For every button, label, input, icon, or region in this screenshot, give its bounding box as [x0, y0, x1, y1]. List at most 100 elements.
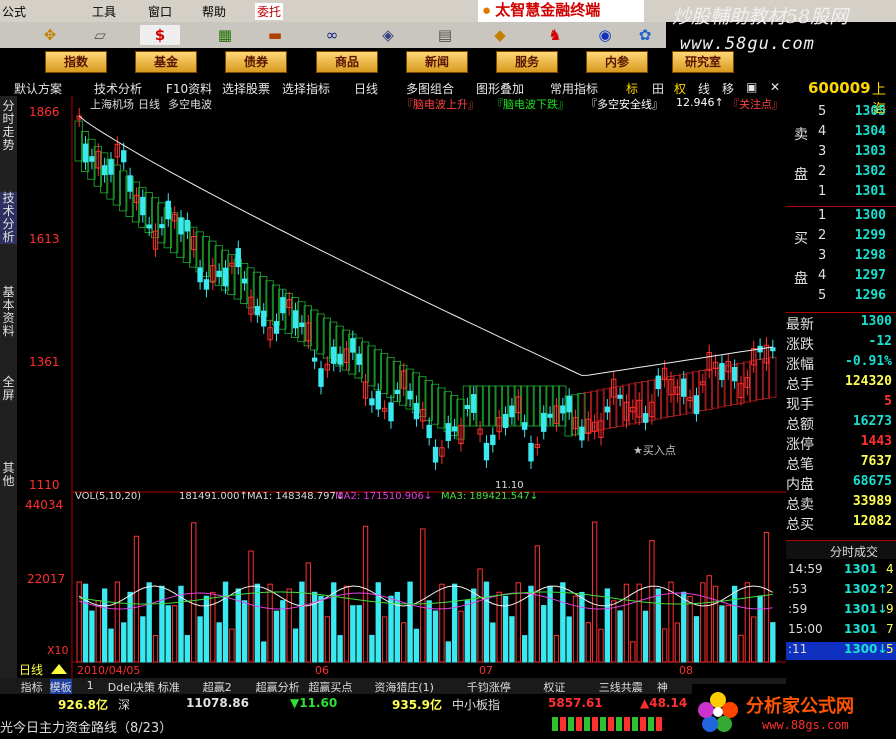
tick-time: 14:59 [788, 562, 823, 576]
buy-order-row[interactable]: 5 1296 [786, 288, 896, 306]
sell-order-row[interactable]: 1 1301 [786, 184, 896, 202]
volume-bar [649, 540, 655, 663]
volume-bar [477, 568, 483, 663]
buy-order-row[interactable]: 1 1300 [786, 208, 896, 226]
volume-bar [655, 588, 661, 663]
nav-bond[interactable]: 债券 [225, 51, 287, 73]
globe-icon[interactable]: ◈ [368, 25, 408, 45]
nav-index[interactable]: 指数 [45, 51, 107, 73]
quote-label: 总卖 [786, 497, 814, 513]
nav-research[interactable]: 研究室 [672, 51, 734, 73]
scheme-select[interactable]: 默认方案 [14, 80, 62, 97]
nav-fund[interactable]: 基金 [135, 51, 197, 73]
nav-news[interactable]: 新闻 [406, 51, 468, 73]
window-button[interactable]: ▣ [746, 80, 757, 94]
nav-service[interactable]: 服务 [496, 51, 558, 73]
sell-order-row[interactable]: 5 1305 [786, 104, 896, 122]
rights-button[interactable]: 权 [674, 80, 686, 97]
indicator-tab[interactable]: 三线共震 [599, 679, 643, 695]
dollar-icon[interactable]: $ [140, 25, 180, 45]
sell-order-row[interactable]: 4 1304 [786, 124, 896, 142]
ruler-icon[interactable]: ▱ [80, 25, 120, 45]
nav-commodity[interactable]: 商品 [316, 51, 378, 73]
common-indicator-select[interactable]: 常用指标 [550, 80, 598, 97]
candle-body [490, 434, 496, 446]
volume-bar [630, 641, 636, 663]
binoculars-icon[interactable]: ∞ [312, 25, 352, 45]
indicator-tab[interactable]: 1 [87, 679, 94, 692]
tick-vol: 5 [886, 642, 894, 656]
buy-order-row[interactable]: 3 1298 [786, 248, 896, 266]
menu-item-window[interactable]: 窗口 [148, 3, 172, 20]
book-icon[interactable]: ▬ [255, 25, 295, 45]
volume-bar [553, 634, 560, 663]
volume-bar [82, 583, 89, 663]
f10-button[interactable]: F10资料 [166, 80, 212, 97]
volume-bar [76, 581, 82, 663]
indicator-tab[interactable]: 模板 [49, 679, 72, 695]
candle-body [426, 424, 432, 439]
indicator-tab[interactable]: 超赢买点 [308, 679, 352, 695]
cards-icon[interactable]: ▦ [205, 25, 245, 45]
line-button[interactable]: 线 [698, 80, 710, 97]
indicator-tab[interactable]: 标准 [158, 679, 180, 695]
vtab-fundamentals[interactable]: 基本资料 [0, 286, 17, 338]
order-price: 1301 [854, 184, 886, 199]
nav-insider[interactable]: 内参 [586, 51, 648, 73]
select-stock-button[interactable]: 选择股票 [222, 80, 270, 97]
menu-item-formula[interactable]: 公式 [2, 3, 26, 20]
quote-label: 总额 [786, 417, 814, 433]
sell-order-row[interactable]: 3 1303 [786, 144, 896, 162]
doc-icon[interactable]: ▤ [425, 25, 465, 45]
candle-body [222, 267, 229, 287]
diamond-icon[interactable]: ◆ [480, 25, 520, 45]
close-icon[interactable]: ✕ [770, 80, 780, 94]
move-icon[interactable]: ✥ [30, 25, 70, 45]
badge-icon[interactable]: ✿ [625, 25, 665, 45]
kline-chart[interactable]: 1866 1613 1361 1110 44034 22017 X10 VOL(… [17, 96, 786, 678]
buy-order-row[interactable]: 2 1299 [786, 228, 896, 246]
quote-value: 1443 [860, 434, 892, 449]
volume-bar [292, 628, 299, 663]
multi-chart-select[interactable]: 多图组合 [406, 80, 454, 97]
indicator-tab[interactable]: Ddel决策 [108, 679, 155, 695]
candle-body [388, 402, 394, 422]
volume-bar [706, 575, 712, 663]
grid-button[interactable]: 田 [652, 80, 664, 97]
candle-body [681, 378, 687, 397]
buy-order-row[interactable]: 4 1297 [786, 268, 896, 286]
vtab-timeshare[interactable]: 分时走势 [0, 100, 17, 152]
indicator-tab[interactable]: 超赢2 [203, 679, 232, 695]
candle-body [471, 394, 477, 413]
candle-body [502, 414, 509, 428]
vtab-other[interactable]: 其他 [0, 462, 17, 488]
select-indicator-button[interactable]: 选择指标 [282, 80, 330, 97]
indicator-tab[interactable]: 千钧涨停 [467, 679, 511, 695]
vtab-fullscreen[interactable]: 全屏 [0, 376, 17, 402]
indicator-tab[interactable]: 神 [657, 679, 668, 695]
nav-bar: 指数 基金 债券 商品 新闻 服务 内参 [0, 48, 666, 74]
indicator-tab[interactable]: 资海猎庄(1) [374, 679, 434, 695]
shield-icon[interactable]: ◉ [585, 25, 625, 45]
menu-item-help[interactable]: 帮助 [202, 3, 226, 20]
mark-button[interactable]: 标 [626, 80, 638, 97]
volume-bar [108, 628, 114, 663]
sell-order-row[interactable]: 2 1302 [786, 164, 896, 182]
menu-item-tools[interactable]: 工具 [92, 3, 116, 20]
indicator-tab[interactable]: 指标 [21, 679, 43, 695]
watermark-top: 炒股輔助教材58股网 [672, 6, 849, 28]
move-button[interactable]: 移 [722, 80, 734, 97]
status-vol1: 926.8亿 [58, 698, 108, 712]
period-select[interactable]: 日线 [354, 80, 378, 97]
bull-icon[interactable]: ♞ [535, 25, 575, 45]
volume-bar [420, 528, 426, 663]
menu-item-trade[interactable]: 委托 [255, 3, 284, 20]
tech-analysis-select[interactable]: 技术分析 [94, 80, 142, 97]
vtab-tech[interactable]: 技术分析 [0, 192, 17, 244]
volume-bar [191, 522, 197, 663]
volume-bar [693, 616, 700, 663]
status-board[interactable]: 中小板指 [452, 696, 500, 713]
indicator-tab[interactable]: 超赢分析 [256, 679, 300, 695]
indicator-tab[interactable]: 权证 [543, 679, 565, 695]
overlay-button[interactable]: 图形叠加 [476, 80, 524, 97]
